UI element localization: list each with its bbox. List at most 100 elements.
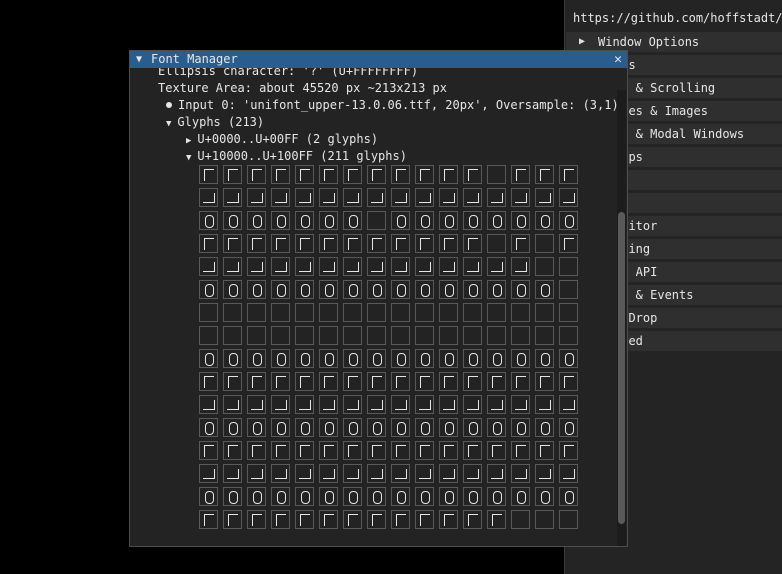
glyph-cell[interactable] — [199, 211, 218, 230]
glyph-cell[interactable] — [295, 487, 314, 506]
glyph-cell[interactable] — [391, 234, 410, 253]
glyph-cell[interactable] — [223, 211, 242, 230]
glyph-cell[interactable] — [319, 441, 338, 460]
glyph-cell[interactable] — [223, 418, 242, 437]
glyph-cell[interactable] — [415, 349, 434, 368]
glyph-cell[interactable] — [271, 464, 290, 483]
glyph-cell[interactable] — [367, 234, 386, 253]
glyph-cell[interactable] — [295, 188, 314, 207]
glyph-cell[interactable] — [367, 464, 386, 483]
glyph-cell[interactable] — [223, 487, 242, 506]
glyph-cell[interactable] — [439, 303, 458, 322]
glyph-cell[interactable] — [439, 165, 458, 184]
glyph-cell[interactable] — [199, 303, 218, 322]
glyph-cell[interactable] — [343, 280, 362, 299]
glyph-cell[interactable] — [223, 395, 242, 414]
glyph-cell[interactable] — [319, 349, 338, 368]
glyph-cell[interactable] — [415, 257, 434, 276]
glyph-cell[interactable] — [487, 418, 506, 437]
glyph-cell[interactable] — [223, 372, 242, 391]
glyph-cell[interactable] — [463, 326, 482, 345]
glyph-cell[interactable] — [271, 372, 290, 391]
glyph-cell[interactable] — [559, 234, 578, 253]
glyph-cell[interactable] — [391, 280, 410, 299]
glyph-cell[interactable] — [391, 464, 410, 483]
glyph-cell[interactable] — [415, 280, 434, 299]
glyph-cell[interactable] — [487, 487, 506, 506]
glyph-cell[interactable] — [199, 234, 218, 253]
glyph-cell[interactable] — [199, 372, 218, 391]
glyph-cell[interactable] — [247, 441, 266, 460]
glyph-cell[interactable] — [319, 188, 338, 207]
glyph-cell[interactable] — [391, 188, 410, 207]
glyph-cell[interactable] — [223, 257, 242, 276]
glyph-cell[interactable] — [415, 211, 434, 230]
glyph-cell[interactable] — [295, 165, 314, 184]
glyph-cell[interactable] — [319, 303, 338, 322]
glyph-cell[interactable] — [247, 257, 266, 276]
glyph-cell[interactable] — [439, 395, 458, 414]
glyph-cell[interactable] — [199, 418, 218, 437]
glyph-cell[interactable] — [271, 257, 290, 276]
glyph-cell[interactable] — [367, 441, 386, 460]
glyph-cell[interactable] — [487, 349, 506, 368]
glyph-cell[interactable] — [295, 510, 314, 529]
glyph-cell[interactable] — [223, 349, 242, 368]
glyph-cell[interactable] — [343, 234, 362, 253]
glyph-cell[interactable] — [487, 211, 506, 230]
glyph-cell[interactable] — [271, 418, 290, 437]
glyph-cell[interactable] — [391, 326, 410, 345]
glyph-cell[interactable] — [295, 303, 314, 322]
glyph-cell[interactable] — [463, 165, 482, 184]
glyph-cell[interactable] — [487, 257, 506, 276]
glyph-cell[interactable] — [511, 510, 530, 529]
glyph-cell[interactable] — [415, 487, 434, 506]
glyph-cell[interactable] — [367, 372, 386, 391]
glyph-cell[interactable] — [271, 188, 290, 207]
glyph-cell[interactable] — [415, 303, 434, 322]
glyph-cell[interactable] — [535, 510, 554, 529]
glyph-cell[interactable] — [535, 418, 554, 437]
glyph-cell[interactable] — [295, 234, 314, 253]
glyph-cell[interactable] — [559, 372, 578, 391]
glyph-cell[interactable] — [439, 188, 458, 207]
glyph-cell[interactable] — [319, 326, 338, 345]
glyph-cell[interactable] — [511, 188, 530, 207]
range-node-1[interactable]: ▶ U+0000..U+00FF (2 glyphs) — [186, 132, 378, 147]
glyph-cell[interactable] — [271, 280, 290, 299]
glyph-cell[interactable] — [295, 441, 314, 460]
glyph-cell[interactable] — [343, 464, 362, 483]
glyph-cell[interactable] — [271, 211, 290, 230]
glyph-cell[interactable] — [511, 395, 530, 414]
glyph-cell[interactable] — [295, 349, 314, 368]
glyph-cell[interactable] — [487, 303, 506, 322]
glyph-cell[interactable] — [271, 487, 290, 506]
glyph-cell[interactable] — [319, 510, 338, 529]
glyph-cell[interactable] — [391, 303, 410, 322]
glyph-cell[interactable] — [319, 372, 338, 391]
glyph-cell[interactable] — [391, 418, 410, 437]
glyph-cell[interactable] — [319, 165, 338, 184]
glyph-cell[interactable] — [535, 165, 554, 184]
glyph-cell[interactable] — [271, 441, 290, 460]
glyph-cell[interactable] — [535, 395, 554, 414]
collapsing-header[interactable]: ▶ Window Options — [566, 32, 782, 52]
glyph-cell[interactable] — [439, 487, 458, 506]
glyph-cell[interactable] — [319, 395, 338, 414]
glyph-cell[interactable] — [463, 188, 482, 207]
glyph-cell[interactable] — [415, 372, 434, 391]
glyph-cell[interactable] — [343, 395, 362, 414]
glyph-cell[interactable] — [439, 326, 458, 345]
glyph-cell[interactable] — [199, 349, 218, 368]
glyph-cell[interactable] — [367, 510, 386, 529]
glyph-cell[interactable] — [271, 326, 290, 345]
glyph-cell[interactable] — [415, 165, 434, 184]
glyph-cell[interactable] — [439, 234, 458, 253]
glyph-cell[interactable] — [559, 441, 578, 460]
glyph-cell[interactable] — [199, 395, 218, 414]
glyph-cell[interactable] — [247, 510, 266, 529]
glyph-cell[interactable] — [415, 326, 434, 345]
glyph-cell[interactable] — [391, 257, 410, 276]
glyph-cell[interactable] — [391, 487, 410, 506]
glyph-cell[interactable] — [463, 303, 482, 322]
